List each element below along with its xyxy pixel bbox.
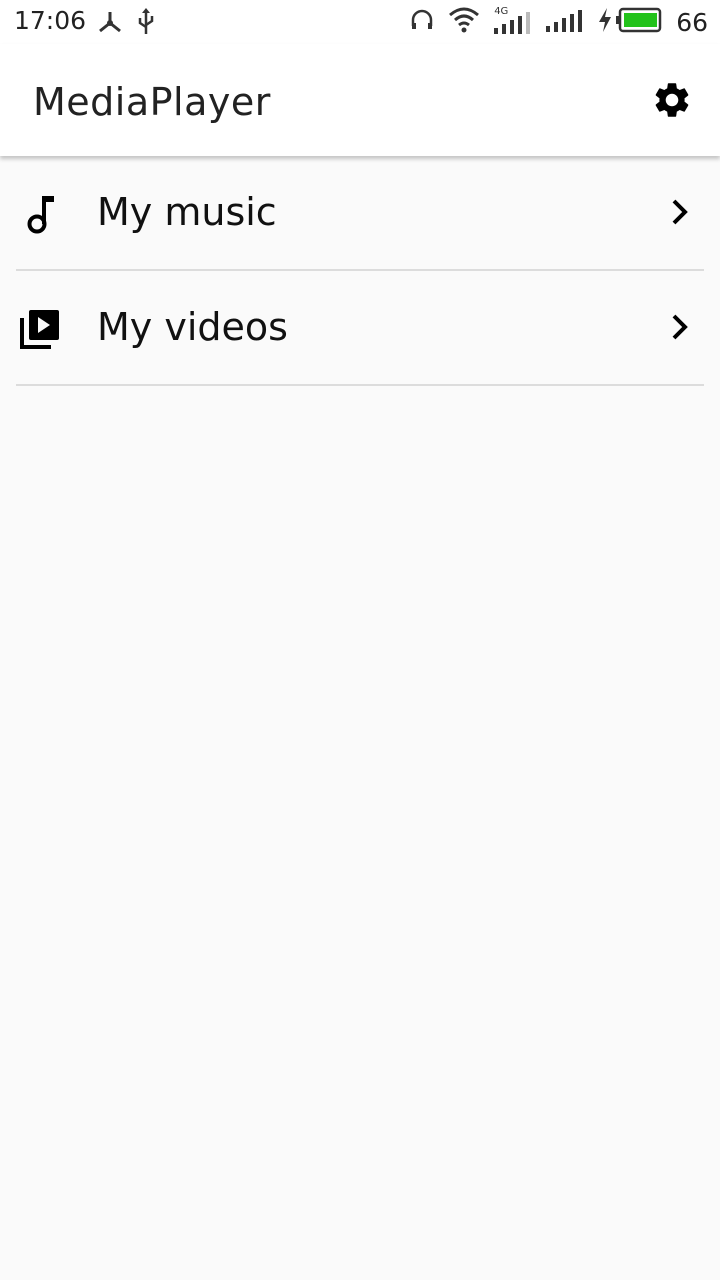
signal-icon	[546, 6, 584, 38]
chevron-right-icon	[666, 311, 694, 343]
battery-icon	[616, 7, 662, 37]
list-item-my-music[interactable]: My music	[16, 156, 704, 271]
list-item-label: My videos	[97, 305, 288, 349]
settings-button[interactable]	[648, 76, 696, 124]
chevron-right-icon	[666, 196, 694, 228]
usb-tether-icon	[96, 8, 124, 40]
music-note-icon	[18, 192, 62, 236]
status-time: 17:06	[14, 6, 87, 35]
battery-percentage: 66	[676, 7, 708, 37]
status-left-icons	[96, 8, 156, 40]
headphones-icon	[410, 8, 434, 36]
status-bar: 17:06 4G 66	[0, 0, 720, 44]
app-title: MediaPlayer	[33, 80, 271, 124]
wifi-icon	[448, 6, 480, 38]
video-library-icon	[18, 307, 62, 351]
signal-4g-icon: 4G	[494, 6, 532, 36]
usb-icon	[136, 8, 156, 40]
charging-icon	[598, 8, 612, 36]
media-menu-list: My music My videos	[0, 156, 720, 386]
status-right-icons: 4G 66	[410, 6, 708, 38]
list-item-my-videos[interactable]: My videos	[16, 271, 704, 386]
app-bar: MediaPlayer	[0, 44, 720, 156]
gear-icon	[655, 83, 689, 117]
list-item-label: My music	[97, 190, 277, 234]
